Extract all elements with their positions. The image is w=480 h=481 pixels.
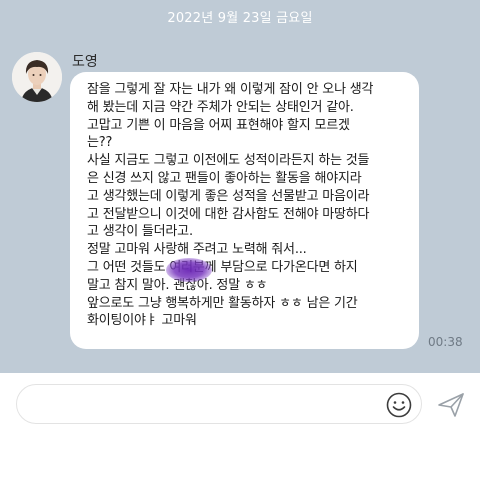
- message-line: 고 생각했는데 이렇게 좋은 성적을 선물받고 마음이라: [87, 188, 370, 204]
- avatar[interactable]: [12, 52, 62, 102]
- message-input[interactable]: [16, 384, 422, 424]
- message-bubble[interactable]: 잠을 그렇게 잘 자는 내가 왜 이렇게 잠이 안 오나 생각 해 봤는데 지금…: [70, 72, 419, 349]
- redaction-scribble: [166, 258, 212, 282]
- message-line: 정말 고마워 사랑해 주려고 노력해 줘서...: [87, 242, 307, 258]
- message-line: 말고 참지 말아. 괜찮아. 정말 ㅎㅎ: [87, 277, 268, 293]
- profile-photo: [12, 52, 62, 102]
- message-line: 고맙고 기쁜 이 마음을 어찌 표현해야 할지 모르겠: [87, 117, 350, 133]
- message-line: 잠을 그렇게 잘 자는 내가 왜 이렇게 잠이 안 오나 생각: [87, 82, 374, 97]
- message-line: 는??: [87, 135, 113, 151]
- message-line: 화이팅이야ㅑ 고마워: [87, 313, 197, 329]
- message-line: 고 생각이 들더라고.: [87, 224, 193, 240]
- send-icon[interactable]: [437, 392, 465, 418]
- message-line: 고 전달받으니 이것에 대한 감사함도 전해야 마땅하다: [87, 206, 370, 222]
- message-line: 은 신경 쓰지 않고 팬들이 좋아하는 활동을 해야지라: [87, 170, 362, 186]
- message-line: 해 봤는데 지금 약간 주체가 안되는 상태인거 같아.: [87, 99, 354, 115]
- sender-name: 도영: [72, 54, 98, 70]
- message-line: 그 어떤 것들도 여러분께 부담으로 다가온다면 하지: [87, 259, 358, 275]
- message-line: 앞으로도 그냥 행복하게만 활동하자 ㅎㅎ 남은 기간: [87, 295, 358, 311]
- smiley-icon[interactable]: [386, 392, 412, 418]
- message-line: 사실 지금도 그렇고 이전에도 성적이라든지 하는 것들: [87, 153, 370, 169]
- date-header: 2022년 9월 23일 금요일: [167, 11, 313, 26]
- message-timestamp: 00:38: [428, 335, 463, 349]
